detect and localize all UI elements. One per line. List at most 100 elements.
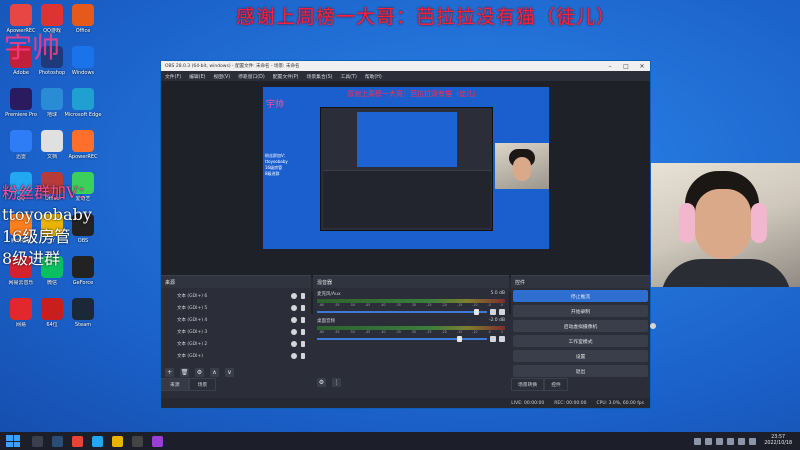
settings-button[interactable]: 设置 xyxy=(513,350,648,362)
remove-source-button[interactable]: 🗑 xyxy=(180,368,189,377)
system-tray: 23:57 2022/10/18 xyxy=(694,435,800,447)
source-label: 文本 (GDI+) 3 xyxy=(177,330,208,335)
menu-tools[interactable]: 工具(T) xyxy=(341,73,357,80)
meter-tick-label: -20 xyxy=(441,330,447,334)
file-explorer-icon[interactable] xyxy=(112,435,123,447)
meter-tick-label: -5 xyxy=(487,303,491,307)
network-icon[interactable] xyxy=(727,437,735,445)
move-down-button[interactable]: ∨ xyxy=(225,368,234,377)
game-icon xyxy=(41,4,63,26)
sources-dock: 来源 文本 (GDI+) 6 文本 (GDI+) 5 文本 (GDI+) 4 文… xyxy=(161,275,311,391)
volume-icon[interactable] xyxy=(738,437,746,445)
source-item[interactable]: 文本 (GDI+) xyxy=(163,350,309,362)
volume-knob[interactable] xyxy=(456,336,462,342)
exit-button[interactable]: 退出 xyxy=(513,365,648,377)
taskbar-clock[interactable]: 23:57 2022/10/18 xyxy=(764,435,792,447)
lock-icon[interactable] xyxy=(301,353,305,359)
source-settings-button[interactable]: ⚙ xyxy=(195,368,204,377)
desktop-shortcut[interactable]: Microsoft Edge xyxy=(64,88,102,118)
source-item[interactable]: 文本 (GDI+) 3 xyxy=(163,326,309,338)
minimize-button[interactable]: – xyxy=(602,63,618,70)
volume-slider[interactable] xyxy=(317,309,487,315)
desktop: ApowerREC QQ游戏 Office Adobe Photoshop Windows… xyxy=(0,0,800,432)
menu-profile[interactable]: 配置文件(P) xyxy=(273,73,299,80)
lock-icon[interactable] xyxy=(301,293,305,299)
tray-icon[interactable] xyxy=(716,437,724,445)
streamer-nickname: 宇帅 xyxy=(4,31,61,64)
tab-scenes[interactable]: 场景 xyxy=(188,378,217,391)
source-item[interactable]: 文本 (GDI+) 4 xyxy=(163,314,309,326)
volume-slider[interactable] xyxy=(317,336,487,342)
eye-icon[interactable] xyxy=(291,305,297,311)
eye-icon[interactable] xyxy=(291,341,297,347)
eye-icon[interactable] xyxy=(291,353,297,359)
clock-date: 2022/10/18 xyxy=(764,441,792,446)
menu-edit[interactable]: 编辑(E) xyxy=(189,73,205,80)
input-method-icon[interactable] xyxy=(749,437,757,445)
meter-tick-label: -10 xyxy=(472,330,478,334)
mixer-menu-button[interactable]: ⋮ xyxy=(332,378,341,387)
virtual-camera-button[interactable]: 启动虚拟摄像机 xyxy=(513,320,656,332)
lock-icon[interactable] xyxy=(301,329,305,335)
desktop-shortcut[interactable]: ApowerREC xyxy=(64,130,102,160)
stop-streaming-button[interactable]: 停止推流 xyxy=(513,290,648,302)
source-item[interactable]: 文本 (GDI+) 2 xyxy=(163,338,309,350)
lock-icon[interactable] xyxy=(301,305,305,311)
netease-icon xyxy=(10,298,32,320)
steam-icon[interactable] xyxy=(52,435,63,447)
menu-file[interactable]: 文件(F) xyxy=(165,73,181,80)
menu-view[interactable]: 视图(V) xyxy=(213,73,230,80)
eye-icon[interactable] xyxy=(291,317,297,323)
tab-scene-transitions[interactable]: 场景转换 xyxy=(511,378,545,391)
eye-icon[interactable] xyxy=(291,329,297,335)
windows-start-button[interactable] xyxy=(6,435,20,447)
desktop-shortcut[interactable]: Office xyxy=(64,4,102,34)
speaker-icon[interactable] xyxy=(490,309,496,315)
meter-tick-label: -10 xyxy=(472,303,478,307)
qq-icon[interactable] xyxy=(92,435,103,447)
menu-scene-collection[interactable]: 场景集合(S) xyxy=(307,73,333,80)
obs-statusbar: LIVE: 00:00:00 REC: 00:00:00 CPU: 3.0%, … xyxy=(161,398,650,408)
channel-db: -2.0 dB xyxy=(488,318,505,323)
studio-mode-button[interactable]: 工作室模式 xyxy=(513,335,648,347)
start-recording-button[interactable]: 开始录制 xyxy=(513,305,648,317)
add-source-button[interactable]: + xyxy=(165,368,174,377)
close-button[interactable]: ✕ xyxy=(634,63,650,70)
source-item[interactable]: 文本 (GDI+) 5 xyxy=(163,302,309,314)
volume-knob[interactable] xyxy=(473,309,479,315)
tray-icon[interactable] xyxy=(705,437,713,445)
gear-icon[interactable] xyxy=(650,323,656,329)
preview-fans: 粉丝群加V： ttoyoobaby 16级房管 8级进群 xyxy=(265,153,288,177)
lock-icon[interactable] xyxy=(301,341,305,347)
mixer-dock-header: 混音器 xyxy=(313,276,509,288)
obs-icon[interactable] xyxy=(132,435,143,447)
controls-dock-tabs: 场景转换 控件 xyxy=(511,378,568,391)
obs-window[interactable]: OBS 28.0.3 (64-bit, windows) - 配置文件: 未命名… xyxy=(160,60,656,409)
gear-icon[interactable] xyxy=(499,336,505,342)
menu-help[interactable]: 帮助(H) xyxy=(365,73,382,80)
chrome-icon[interactable] xyxy=(72,435,83,447)
tray-icon[interactable] xyxy=(694,437,702,445)
tab-sources[interactable]: 来源 xyxy=(161,378,189,391)
mixer-channel: 麦克风/Aux 5.0 dB -60 -55 -50 -45 -40 -35 -30 -25 -2… xyxy=(313,288,509,315)
mixer-settings-button[interactable]: ⚙ xyxy=(317,378,326,387)
maximize-button[interactable]: □ xyxy=(618,63,634,70)
gear-icon[interactable] xyxy=(499,309,505,315)
obs-titlebar[interactable]: OBS 28.0.3 (64-bit, windows) - 配置文件: 未命名… xyxy=(161,61,650,71)
desktop-shortcut[interactable]: Windows xyxy=(64,46,102,76)
move-up-button[interactable]: ∧ xyxy=(210,368,219,377)
headphone-left xyxy=(679,203,695,243)
eye-icon[interactable] xyxy=(291,293,297,299)
meter-tick-label: -15 xyxy=(456,303,463,307)
tab-controls[interactable]: 控件 xyxy=(544,378,568,391)
audio-mixer-dock: 混音器 麦克风/Aux 5.0 dB -60 -55 -50 -45 -40 -35 -30-… xyxy=(313,275,509,391)
game-icon[interactable] xyxy=(152,435,163,447)
speaker-icon[interactable] xyxy=(490,336,496,342)
search-icon[interactable] xyxy=(32,435,43,447)
menu-docks[interactable]: 停靠窗口(D) xyxy=(238,73,265,80)
fans-line: ttoyoobaby xyxy=(2,205,92,224)
source-item[interactable]: 文本 (GDI+) 6 xyxy=(163,290,309,302)
lock-icon[interactable] xyxy=(301,317,305,323)
desktop-shortcut[interactable]: Steam xyxy=(64,298,102,328)
preview-canvas[interactable]: 感谢上周榜一大哥：芭拉拉没有猫（徒儿） 宇帅 粉丝群加V： ttoyoobaby… xyxy=(263,87,549,249)
